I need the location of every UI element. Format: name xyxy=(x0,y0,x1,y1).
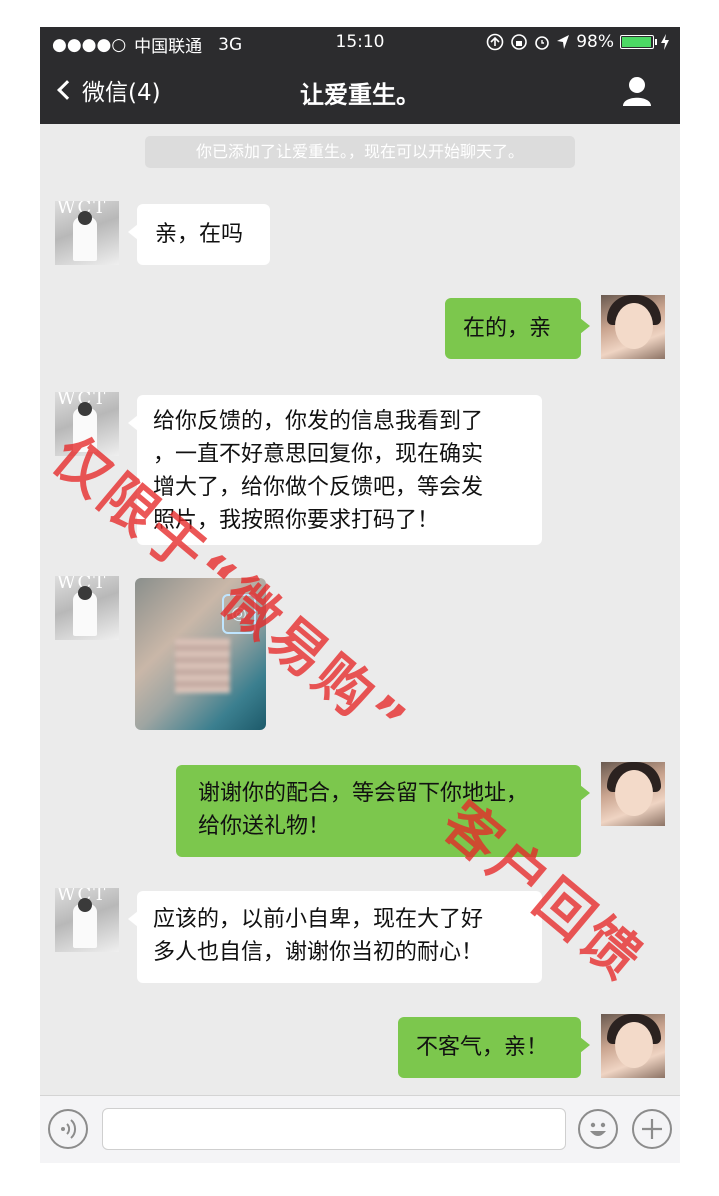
message-line: 多人也自信，谢谢你当初的耐心！ xyxy=(153,940,484,965)
plus-icon xyxy=(642,1119,662,1139)
battery-icon xyxy=(620,35,657,49)
charging-icon xyxy=(661,34,669,50)
chat-area[interactable]: 你已添加了让爱重生。，现在可以开始聊天了。 WCT 亲，在吗 在的，亲 WCT … xyxy=(40,124,680,1095)
message-bubble-outgoing[interactable]: 在的，亲 xyxy=(445,298,590,359)
message-line: 给你反馈的，你发的信息我看到了 xyxy=(153,409,484,434)
my-avatar[interactable] xyxy=(601,1014,665,1078)
my-avatar[interactable] xyxy=(601,295,665,359)
message-text: 亲，在吗 xyxy=(155,222,244,247)
more-button[interactable] xyxy=(632,1109,672,1149)
status-bar: ●●●●○ 中国联通 3G 15:10 98% xyxy=(40,27,680,59)
message-bubble-incoming[interactable]: 亲，在吗 xyxy=(128,204,270,265)
message-bubble-outgoing[interactable]: 不客气，亲！ xyxy=(398,1017,590,1078)
chat-title: 让爱重生。 xyxy=(300,81,420,109)
message-line: 增大了，给你做个反馈吧，等会发 xyxy=(153,475,484,500)
voice-button[interactable] xyxy=(48,1109,88,1149)
top-bar: ●●●●○ 中国联通 3G 15:10 98% 微信(4) 让爱重生。 xyxy=(40,27,680,124)
status-time: 15:10 xyxy=(335,32,385,52)
contact-avatar[interactable]: WCT xyxy=(55,201,119,265)
input-bar xyxy=(40,1095,680,1163)
message-text: 在的，亲 xyxy=(463,316,552,341)
alarm-icon xyxy=(535,36,550,50)
message-line: 应该的，以前小自卑，现在大了好 xyxy=(153,907,484,932)
phone-screen: ●●●●○ 中国联通 3G 15:10 98% 微信(4) 让爱重生。 你已添加… xyxy=(40,27,680,1163)
message-line: ，一直不好意思回复你，现在确实 xyxy=(153,442,484,467)
sync-icon xyxy=(486,33,504,51)
contact-avatar[interactable]: WCT xyxy=(55,888,119,952)
message-text: 不客气，亲！ xyxy=(416,1035,549,1060)
nav-bar: 微信(4) 让爱重生。 xyxy=(40,67,680,117)
orientation-lock-icon xyxy=(511,34,528,50)
emoji-button[interactable] xyxy=(578,1109,618,1149)
smiley-icon xyxy=(590,1122,606,1136)
voice-icon xyxy=(61,1119,77,1139)
system-message: 你已添加了让爱重生。，现在可以开始聊天了。 xyxy=(145,136,575,168)
location-icon xyxy=(557,35,570,49)
battery-percent: 98% xyxy=(576,32,614,52)
my-avatar[interactable] xyxy=(601,762,665,826)
profile-icon[interactable] xyxy=(622,75,652,107)
pixelated-area xyxy=(175,638,230,693)
message-input[interactable] xyxy=(102,1108,566,1150)
message-bubble-incoming[interactable]: 应该的，以前小自卑，现在大了好 多人也自信，谢谢你当初的耐心！ xyxy=(128,891,542,983)
contact-avatar[interactable]: WCT xyxy=(55,576,119,640)
